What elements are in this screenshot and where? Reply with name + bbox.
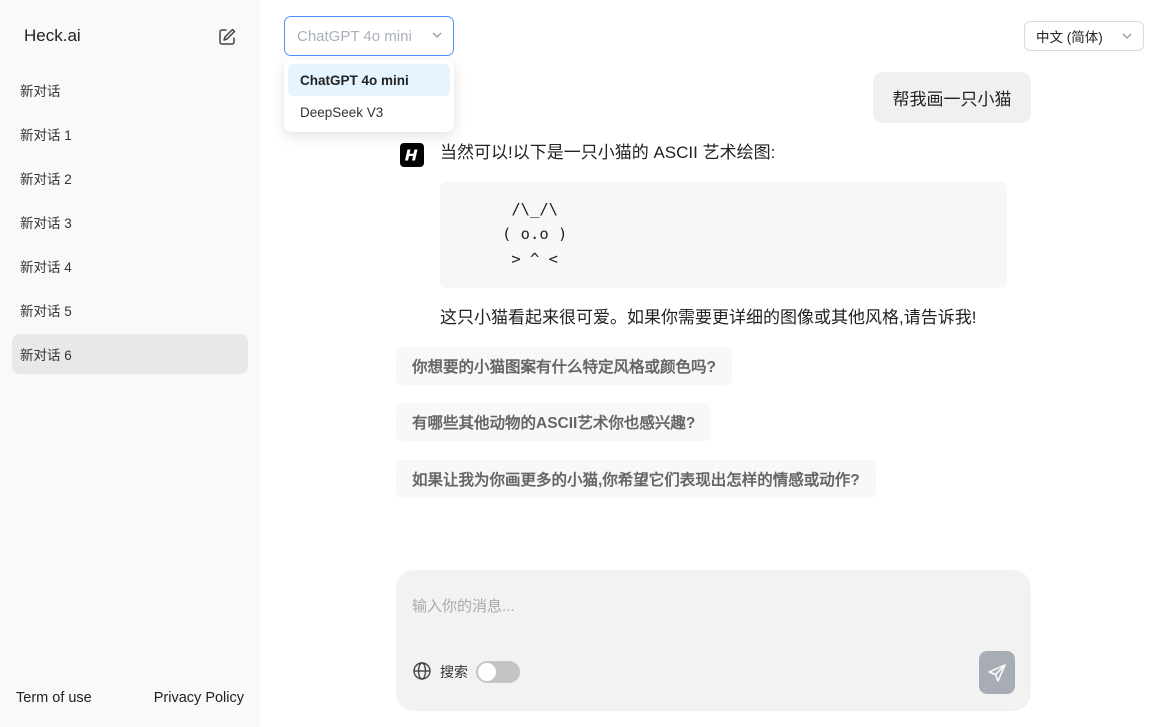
conversation-item[interactable]: 新对话 5 [12, 290, 248, 330]
model-select[interactable]: ChatGPT 4o mini [284, 16, 454, 56]
conversation-list: 新对话 新对话 1 新对话 2 新对话 3 新对话 4 新对话 5 新对话 6 [12, 70, 248, 378]
brand-logo: Heck.ai [24, 26, 81, 45]
model-dropdown: ChatGPT 4o mini DeepSeek V3 [284, 60, 454, 132]
search-toggle[interactable] [476, 661, 520, 683]
edit-square-icon [219, 28, 236, 45]
send-button[interactable] [979, 651, 1015, 694]
code-line: ( o.o ) [502, 225, 568, 243]
suggestion-chip[interactable]: 有哪些其他动物的ASCII艺术你也感兴趣? [396, 403, 712, 441]
send-icon [988, 663, 1006, 682]
suggestion-chip[interactable]: 你想要的小猫图案有什么特定风格或颜色吗? [396, 347, 732, 385]
user-message: 帮我画一只小猫 [873, 72, 1031, 123]
conversation-item[interactable]: 新对话 [12, 70, 248, 110]
conversation-item[interactable]: 新对话 3 [12, 202, 248, 242]
language-select-value: 中文 (简体) [1036, 30, 1103, 45]
code-block: /\_/\ ( o.o ) > ^ < [440, 182, 1007, 288]
terms-link[interactable]: Term of use [16, 690, 92, 706]
bot-message-intro: 当然可以!以下是一只小猫的 ASCII 艺术绘图: [440, 143, 776, 162]
heck-logo-icon [405, 149, 418, 161]
conversation-label: 新对话 3 [20, 216, 72, 231]
suggestion-chip[interactable]: 如果让我为你画更多的小猫,你希望它们表现出怎样的情感或动作? [396, 460, 876, 498]
composer: 搜索 [396, 570, 1031, 711]
conversation-label: 新对话 1 [20, 128, 72, 143]
sidebar: Heck.ai 新对话 新对话 1 新对话 2 新对话 3 新对话 4 新对话 … [0, 0, 260, 727]
search-label: 搜索 [440, 664, 468, 680]
model-option[interactable]: DeepSeek V3 [288, 96, 450, 128]
conversation-label: 新对话 2 [20, 172, 72, 187]
conversation-label: 新对话 4 [20, 260, 72, 275]
code-line: > ^ < [502, 250, 558, 268]
chevron-down-icon [432, 32, 442, 38]
conversation-item[interactable]: 新对话 1 [12, 114, 248, 154]
bot-message-outro: 这只小猫看起来很可爱。如果你需要更详细的图像或其他风格,请告诉我! [440, 308, 977, 327]
conversation-label: 新对话 5 [20, 304, 72, 319]
privacy-link[interactable]: Privacy Policy [154, 690, 244, 706]
sidebar-footer: Term of use Privacy Policy [16, 690, 244, 706]
chevron-down-icon [1122, 33, 1132, 39]
new-chat-button[interactable] [215, 25, 239, 49]
conversation-item[interactable]: 新对话 4 [12, 246, 248, 286]
model-option-selected[interactable]: ChatGPT 4o mini [288, 64, 450, 96]
model-select-value: ChatGPT 4o mini [297, 27, 412, 45]
toggle-knob [478, 663, 496, 681]
globe-icon [413, 662, 431, 680]
bot-avatar [400, 143, 424, 167]
code-line: /\_/\ [502, 200, 558, 218]
conversation-label: 新对话 6 [20, 348, 72, 363]
conversation-label: 新对话 [20, 84, 61, 99]
conversation-item[interactable]: 新对话 2 [12, 158, 248, 198]
conversation-item-active[interactable]: 新对话 6 [12, 334, 248, 374]
message-input[interactable] [412, 594, 972, 618]
language-select[interactable]: 中文 (简体) [1024, 21, 1144, 51]
